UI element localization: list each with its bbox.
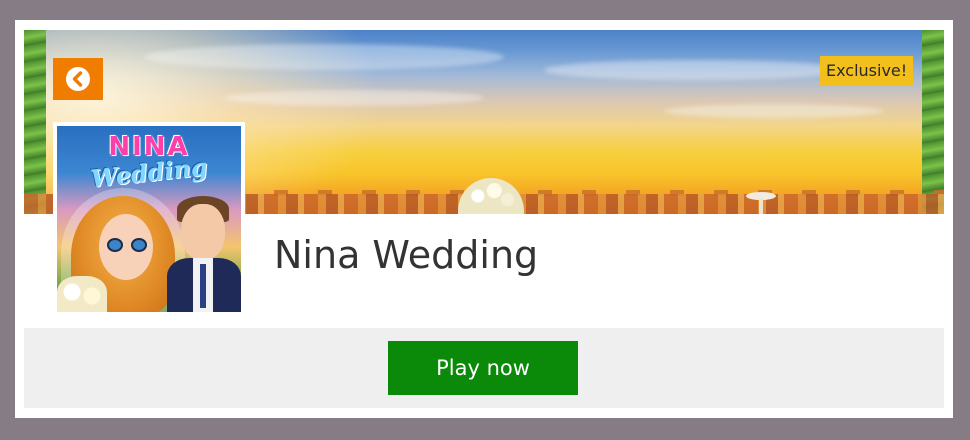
banner-cloud <box>144 44 504 70</box>
thumbnail-logo-line2: Wedding <box>89 151 209 194</box>
back-button[interactable] <box>53 58 103 100</box>
exclusive-badge: Exclusive! <box>820 56 914 86</box>
banner-cloud <box>664 104 884 118</box>
thumbnail-bouquet <box>57 276 107 312</box>
banner-cloud <box>224 90 484 106</box>
thumbnail-logo: NINA Wedding <box>57 132 241 193</box>
banner-vine-left <box>24 30 46 214</box>
banner-cloud <box>544 60 844 80</box>
play-bar: Play now <box>24 328 944 408</box>
game-card: Exclusive! NINA Wedding Nina Wedding Pla… <box>15 20 953 418</box>
banner-vine-right <box>922 30 944 214</box>
banner-flowers <box>458 178 524 214</box>
thumbnail-logo-line1: NINA <box>108 132 190 162</box>
thumbnail-bride-eye-right <box>131 238 147 252</box>
game-title: Nina Wedding <box>274 233 539 277</box>
banner-tower-stem <box>759 198 763 214</box>
thumbnail-bride-eye-left <box>107 238 123 252</box>
game-thumbnail-frame[interactable]: NINA Wedding <box>53 122 245 316</box>
banner-tower <box>746 192 776 214</box>
thumbnail-groom-tie <box>200 264 206 308</box>
game-thumbnail: NINA Wedding <box>57 126 241 312</box>
chevron-left-icon <box>72 71 83 87</box>
play-now-button[interactable]: Play now <box>388 341 578 395</box>
thumbnail-groom-head <box>181 204 225 260</box>
